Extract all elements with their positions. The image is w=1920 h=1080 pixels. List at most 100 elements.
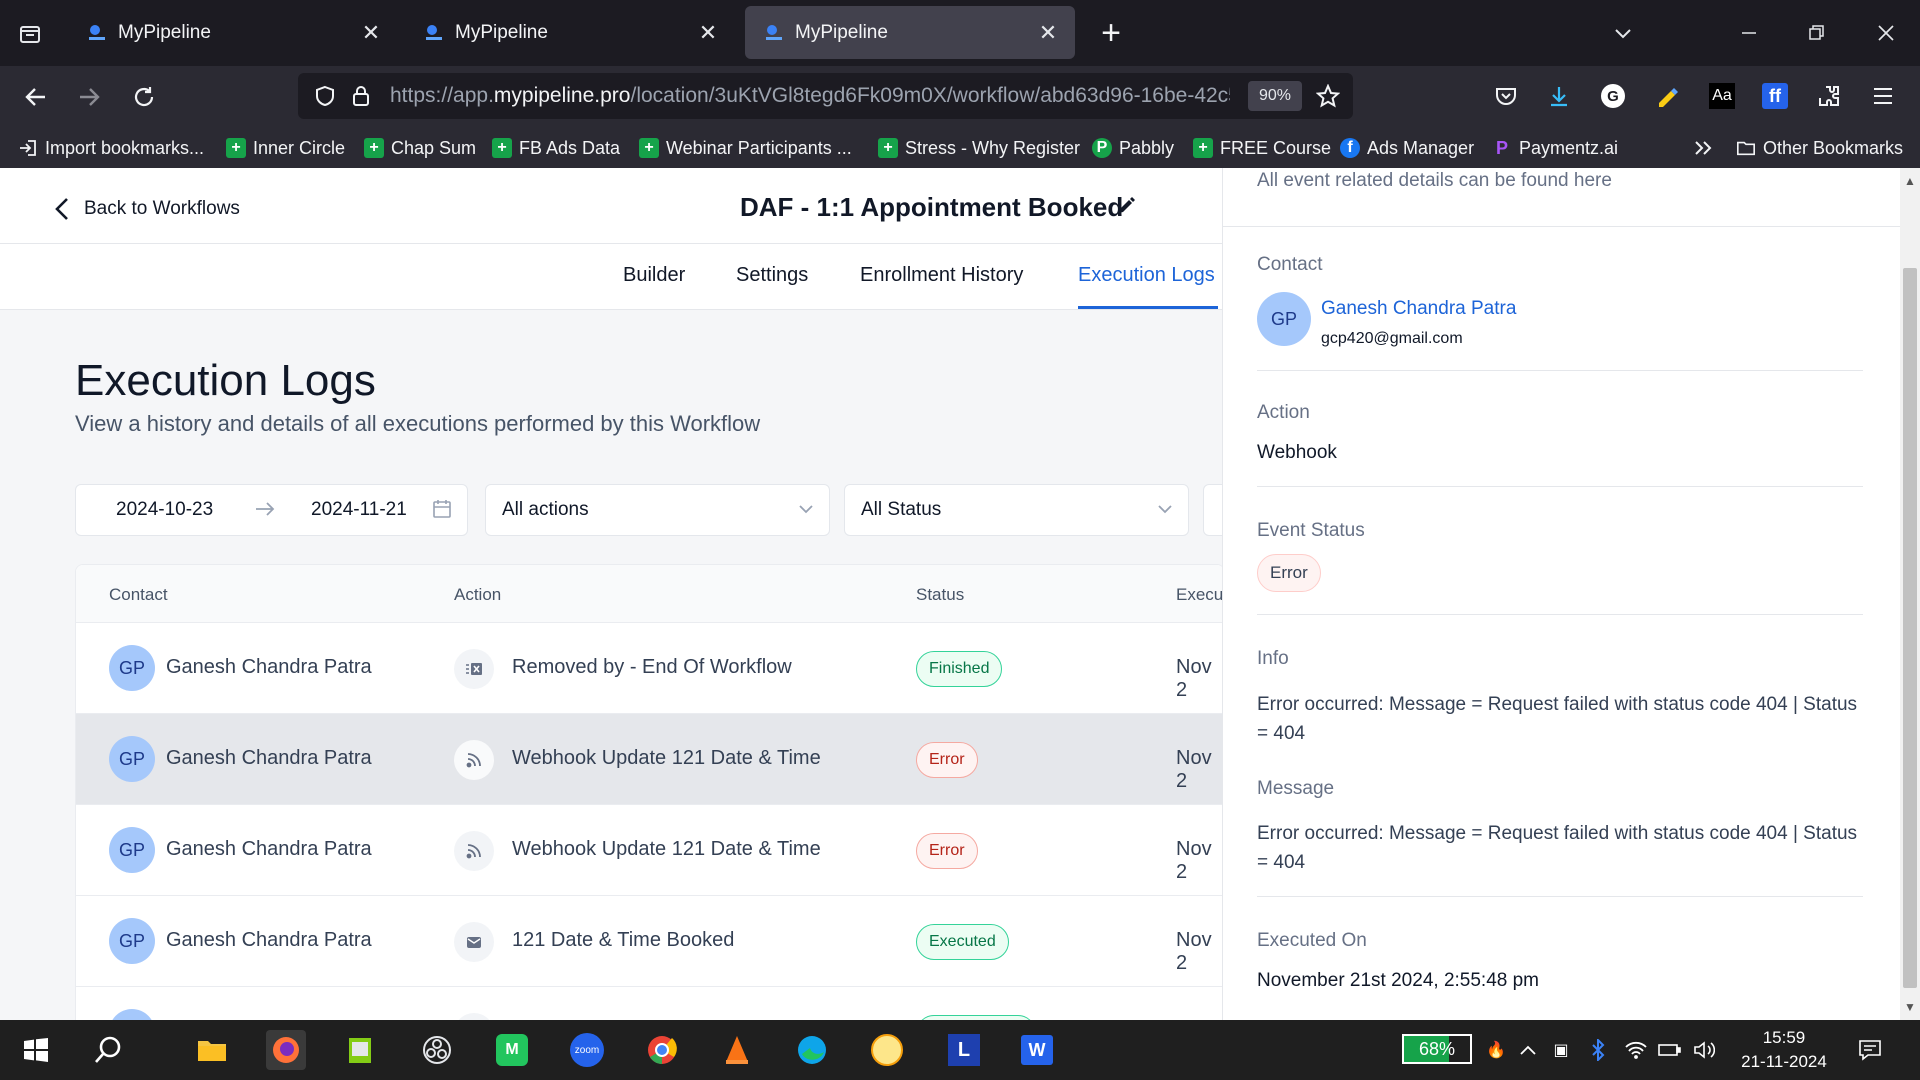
extensions-puzzle-icon[interactable] — [1813, 80, 1845, 112]
bookmark-chap-sum[interactable]: + Chap Sum — [364, 135, 476, 161]
bluetooth-icon[interactable] — [1586, 1038, 1610, 1062]
action-icon — [454, 1013, 494, 1020]
table-row[interactable]: GP Ganesh Chandra Patra Removed by - End… — [76, 623, 1224, 714]
wifi-icon[interactable] — [1624, 1038, 1648, 1062]
chrome-icon[interactable] — [642, 1030, 682, 1070]
search-icon[interactable] — [88, 1030, 128, 1070]
bookmark-import[interactable]: Import bookmarks... — [18, 135, 204, 161]
notepad-app-icon[interactable] — [340, 1030, 380, 1070]
date-range-picker[interactable]: 2024-10-23 2024-11-21 — [75, 484, 468, 536]
table-row[interactable]: GP Ganesh Chandra Patra Webhook Update 1… — [76, 805, 1224, 896]
column-header-contact[interactable]: Contact — [109, 585, 168, 605]
scrollbar-thumb[interactable] — [1903, 268, 1917, 988]
bookmark-free-course[interactable]: + FREE Course — [1193, 135, 1331, 161]
zoom-level[interactable]: 90% — [1248, 81, 1302, 111]
shield-icon[interactable] — [314, 85, 336, 112]
forward-arrow-icon[interactable] — [72, 80, 106, 114]
edit-pencil-icon[interactable] — [1116, 196, 1136, 221]
table-row[interactable]: GP Ganesh Chandra Patra 121 Date & Time … — [76, 896, 1224, 987]
lock-icon[interactable] — [350, 84, 372, 113]
table-row-partial[interactable] — [76, 987, 1224, 1020]
display-tray-icon[interactable]: ▣ — [1549, 1038, 1573, 1062]
bookmark-webinar-participants[interactable]: + Webinar Participants ... — [639, 135, 852, 161]
tab-list-icon[interactable] — [10, 14, 50, 54]
battery-indicator[interactable]: 68% — [1402, 1034, 1472, 1064]
system-clock[interactable]: 15:59 21-11-2024 — [1734, 1026, 1834, 1074]
close-tab-icon[interactable]: ✕ — [693, 18, 723, 48]
back-arrow-icon[interactable] — [19, 80, 53, 114]
date-from[interactable]: 2024-10-23 — [116, 499, 213, 521]
status-select[interactable]: All Status — [844, 484, 1189, 536]
zoom-icon[interactable]: zoom — [567, 1030, 607, 1070]
scroll-down-arrow-icon[interactable]: ▼ — [1903, 1000, 1917, 1014]
restore-window-icon[interactable] — [1802, 18, 1832, 48]
bookmark-fb-ads-data[interactable]: + FB Ads Data — [492, 135, 620, 161]
edge-icon[interactable] — [792, 1030, 832, 1070]
contact-name-link[interactable]: Ganesh Chandra Patra — [1321, 298, 1516, 320]
chevron-down-icon — [797, 498, 815, 526]
firefox-icon[interactable] — [266, 1030, 306, 1070]
pocket-icon[interactable] — [1490, 80, 1522, 112]
tab-enrollment-history[interactable]: Enrollment History — [860, 264, 1023, 287]
table-row[interactable]: GP Ganesh Chandra Patra Webhook Update 1… — [76, 714, 1224, 805]
grammarly-extension-icon[interactable]: G — [1597, 80, 1629, 112]
browser-tab-3-active[interactable]: MyPipeline ✕ — [745, 6, 1075, 59]
file-explorer-icon[interactable] — [192, 1030, 232, 1070]
power-plug-icon[interactable] — [1658, 1038, 1682, 1062]
contact-email: gcp420@gmail.com — [1321, 330, 1463, 347]
actions-select[interactable]: All actions — [485, 484, 830, 536]
bookmark-pabbly[interactable]: P Pabbly — [1092, 135, 1174, 161]
column-header-executed[interactable]: Execu — [1176, 585, 1223, 605]
scroll-up-arrow-icon[interactable]: ▲ — [1903, 174, 1917, 188]
bookmark-inner-circle[interactable]: + Inner Circle — [226, 135, 345, 161]
back-to-workflows-link[interactable]: Back to Workflows — [54, 196, 240, 222]
bookmark-ads-manager[interactable]: f Ads Manager — [1340, 135, 1474, 161]
close-tab-icon[interactable]: ✕ — [1033, 18, 1063, 48]
app-emblem-icon[interactable] — [867, 1030, 907, 1070]
download-icon[interactable] — [1543, 80, 1575, 112]
column-header-status[interactable]: Status — [916, 585, 964, 605]
browser-tab-2[interactable]: MyPipeline ✕ — [405, 6, 735, 59]
date-to[interactable]: 2024-11-21 — [311, 499, 407, 521]
chevron-up-icon[interactable] — [1516, 1038, 1540, 1062]
other-bookmarks[interactable]: Other Bookmarks — [1736, 135, 1903, 161]
close-window-icon[interactable] — [1871, 18, 1901, 48]
reload-icon[interactable] — [127, 80, 161, 114]
bookmark-star-icon[interactable] — [1315, 83, 1341, 113]
address-bar[interactable]: https://app.mypipeline.pro/location/3uKt… — [298, 73, 1353, 119]
status-badge: Error — [916, 833, 978, 869]
avatar: GP — [109, 736, 155, 782]
highlighter-extension-icon[interactable] — [1651, 80, 1683, 112]
reader-font-extension-icon[interactable]: Aa — [1706, 80, 1738, 112]
webhook-icon — [454, 740, 494, 780]
bookmarks-overflow-chevron-icon[interactable] — [1692, 135, 1714, 161]
page-subtitle: View a history and details of all execut… — [75, 411, 761, 436]
bookmark-stress-why-register[interactable]: + Stress - Why Register — [878, 135, 1080, 161]
divider — [1257, 614, 1863, 615]
tab-builder[interactable]: Builder — [623, 264, 685, 287]
flame-tray-icon[interactable]: 🔥 — [1484, 1038, 1508, 1062]
vlc-icon[interactable] — [717, 1030, 757, 1070]
notification-icon[interactable] — [1858, 1038, 1882, 1062]
tab-execution-logs[interactable]: Execution Logs — [1078, 264, 1215, 287]
clock-date: 21-11-2024 — [1741, 1052, 1827, 1071]
new-tab-plus-icon[interactable]: + — [1094, 14, 1128, 52]
browser-tab-1[interactable]: MyPipeline ✕ — [68, 6, 398, 59]
speaker-icon[interactable] — [1692, 1038, 1716, 1062]
obs-studio-icon[interactable] — [417, 1030, 457, 1070]
tab-settings[interactable]: Settings — [736, 264, 808, 287]
page-scrollbar[interactable]: ▲ ▼ — [1900, 168, 1920, 1020]
lync-app-icon[interactable]: L — [944, 1030, 984, 1070]
bookmark-paymentz[interactable]: P Paymentz.ai — [1492, 135, 1618, 161]
minimize-window-icon[interactable] — [1734, 18, 1764, 48]
windows-start-icon[interactable] — [16, 1030, 56, 1070]
column-header-action[interactable]: Action — [454, 585, 501, 605]
facebook-extension-icon[interactable]: ff — [1759, 80, 1791, 112]
word-icon[interactable]: W — [1017, 1030, 1057, 1070]
bookmark-label: Ads Manager — [1367, 137, 1475, 158]
miro-app-icon[interactable]: M — [492, 1030, 532, 1070]
url-text[interactable]: https://app.mypipeline.pro/location/3uKt… — [390, 84, 1230, 108]
tab-overflow-chevron-icon[interactable] — [1608, 18, 1638, 48]
menu-hamburger-icon[interactable] — [1867, 80, 1899, 112]
close-tab-icon[interactable]: ✕ — [356, 18, 386, 48]
